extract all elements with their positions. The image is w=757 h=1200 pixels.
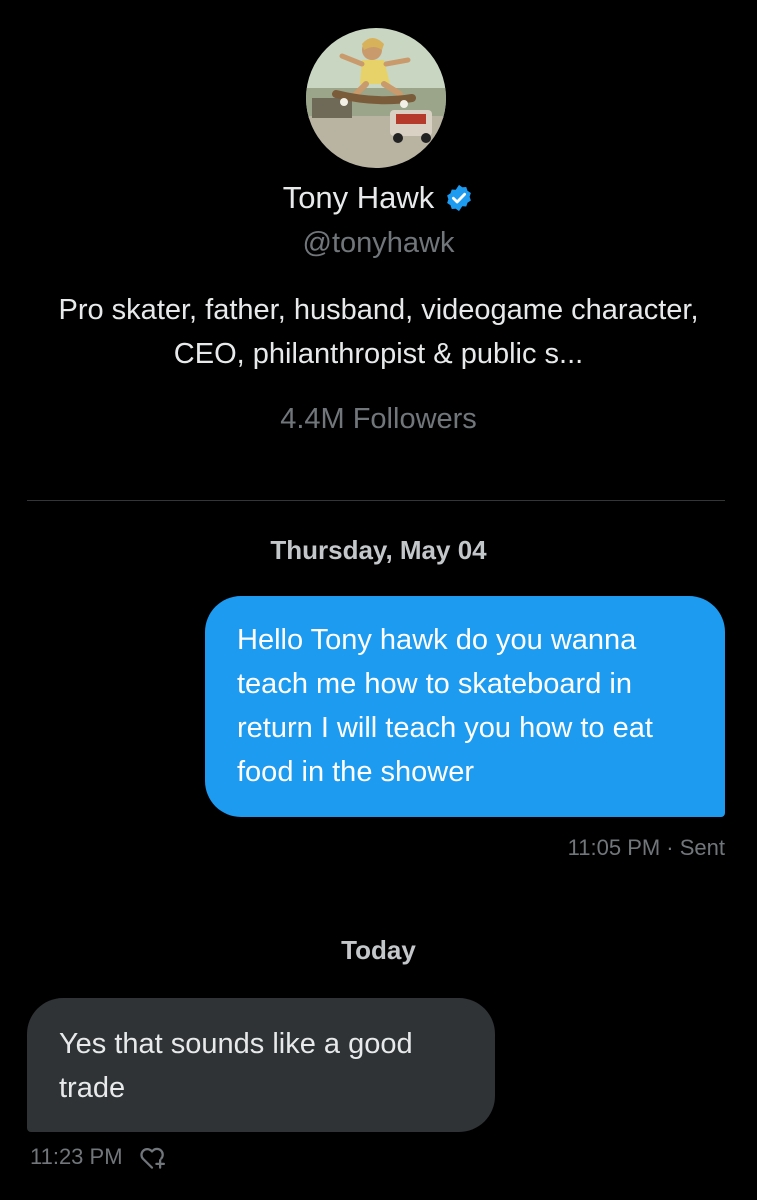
incoming-message-meta: 11:23 PM — [30, 1142, 167, 1172]
followers-count[interactable]: 4.4M Followers — [0, 400, 757, 438]
message-timestamp: 11:23 PM — [30, 1144, 123, 1169]
avatar-photo — [306, 28, 446, 168]
incoming-message-bubble[interactable]: Yes that sounds like a good trade — [27, 998, 495, 1132]
add-reaction-heart-icon[interactable] — [137, 1142, 167, 1172]
date-separator: Today — [341, 935, 416, 965]
divider — [27, 500, 725, 501]
message-timestamp-status: 11:05 PM · Sent — [567, 835, 725, 860]
display-name[interactable]: Tony Hawk — [283, 178, 435, 218]
handle[interactable]: @tonyhawk — [0, 224, 757, 262]
verified-badge-icon — [447, 184, 472, 212]
date-separator: Thursday, May 04 — [270, 535, 487, 565]
avatar[interactable] — [306, 28, 446, 168]
profile-name-row: Tony Hawk — [0, 178, 757, 218]
profile-bio: Pro skater, father, husband, videogame c… — [58, 294, 699, 370]
outgoing-message-bubble[interactable]: Hello Tony hawk do you wanna teach me ho… — [205, 596, 725, 817]
